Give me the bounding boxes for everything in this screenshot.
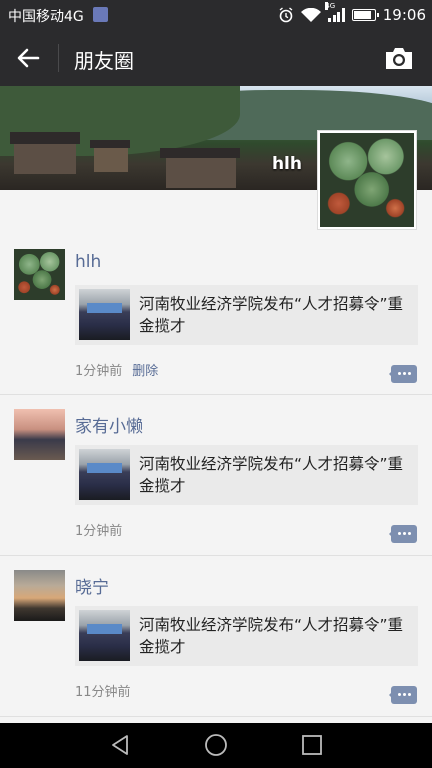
page-title: 朋友圈	[74, 49, 134, 73]
link-title: 河南牧业经济学院发布“人才招募令”重金揽才	[139, 455, 404, 495]
cover-user-name: hlh	[271, 154, 302, 174]
moments-feed: hlh 河南牧业经济学院发布“人才招募令”重金揽才 1分钟前 删除 家有小懒 河南…	[0, 230, 432, 717]
avatar[interactable]	[14, 570, 65, 621]
carrier-label: 中国移动4G	[8, 9, 84, 25]
feed-post: 家有小懒 河南牧业经济学院发布“人才招募令”重金揽才 1分钟前	[0, 395, 432, 556]
arrow-left-icon[interactable]	[14, 44, 42, 72]
shared-link-card[interactable]: 河南牧业经济学院发布“人才招募令”重金揽才	[75, 606, 418, 666]
comment-icon[interactable]	[389, 525, 417, 543]
alarm-icon	[279, 7, 293, 23]
clock: 19:06	[382, 6, 426, 24]
cover-roof	[160, 148, 240, 158]
link-thumbnail	[79, 610, 130, 661]
signal-icon: 4G	[325, 2, 345, 22]
post-meta: 1分钟前	[75, 520, 122, 539]
status-icons: 4G 19:06	[278, 2, 426, 24]
recents-square-icon[interactable]	[300, 733, 324, 757]
post-author[interactable]: hlh	[75, 252, 101, 272]
post-time: 1分钟前	[75, 364, 123, 379]
sim-icon	[93, 7, 108, 22]
post-author[interactable]: 晓宁	[75, 573, 109, 598]
link-title: 河南牧业经济学院发布“人才招募令”重金揽才	[139, 295, 404, 335]
post-meta: 11分钟前	[75, 681, 131, 700]
profile-avatar[interactable]	[317, 130, 417, 230]
cover-roof	[90, 140, 130, 148]
cover-house	[94, 148, 128, 172]
home-circle-icon[interactable]	[204, 733, 228, 757]
feed-post: 晓宁 河南牧业经济学院发布“人才招募令”重金揽才 11分钟前	[0, 556, 432, 717]
status-bar: 中国移动4G 4G 19:06	[0, 0, 432, 30]
avatar[interactable]	[14, 249, 65, 300]
comment-icon[interactable]	[389, 686, 417, 704]
cover-roof	[10, 132, 80, 144]
link-title: 河南牧业经济学院发布“人才招募令”重金揽才	[139, 616, 404, 656]
avatar[interactable]	[14, 409, 65, 460]
back-triangle-icon[interactable]	[108, 733, 132, 757]
cover-house	[14, 144, 76, 174]
link-thumbnail	[79, 449, 130, 500]
post-time: 11分钟前	[75, 685, 131, 700]
camera-icon[interactable]	[384, 44, 414, 72]
avatar-image	[320, 133, 414, 227]
post-time: 1分钟前	[75, 524, 123, 539]
wifi-icon	[301, 7, 322, 22]
app-bar-divider	[58, 44, 59, 72]
system-nav-bar	[0, 723, 432, 768]
shared-link-card[interactable]: 河南牧业经济学院发布“人才招募令”重金揽才	[75, 285, 418, 345]
feed-post: hlh 河南牧业经济学院发布“人才招募令”重金揽才 1分钟前 删除	[0, 230, 432, 395]
delete-button[interactable]: 删除	[132, 364, 158, 379]
shared-link-card[interactable]: 河南牧业经济学院发布“人才招募令”重金揽才	[75, 445, 418, 505]
link-thumbnail	[79, 289, 130, 340]
battery-icon	[351, 9, 379, 21]
comment-icon[interactable]	[389, 365, 417, 383]
app-bar: 朋友圈	[0, 30, 432, 86]
post-author[interactable]: 家有小懒	[75, 412, 143, 437]
post-meta: 1分钟前 删除	[75, 360, 158, 379]
cover-house	[166, 158, 236, 188]
network-badge: 4G	[325, 2, 336, 10]
